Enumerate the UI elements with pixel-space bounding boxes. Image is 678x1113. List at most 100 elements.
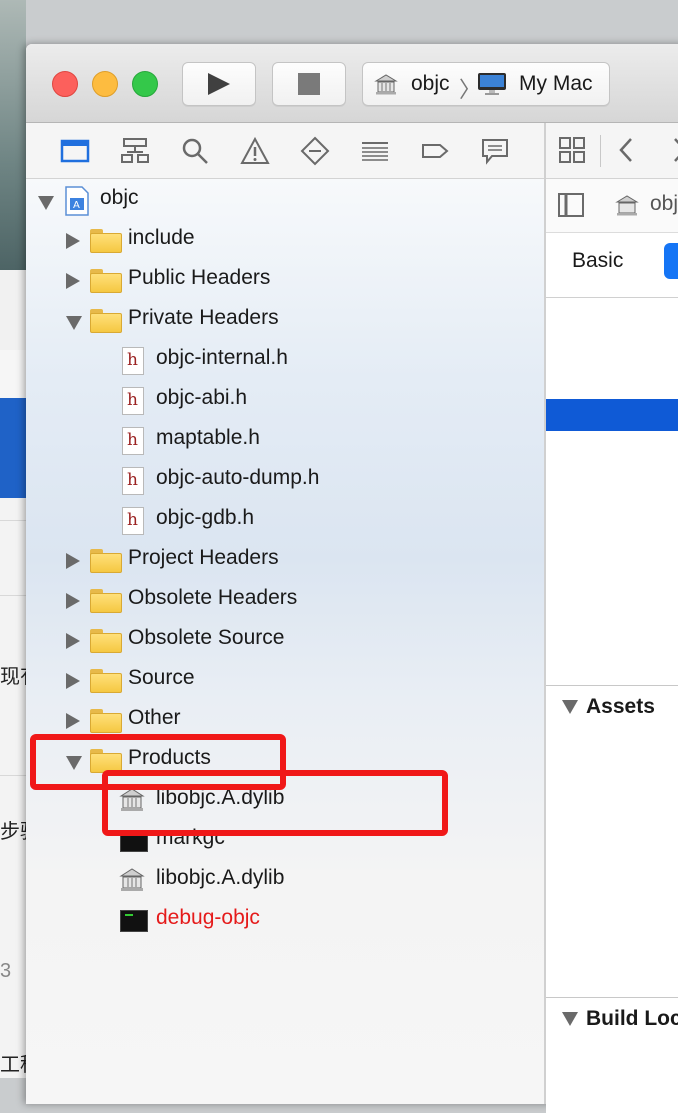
tree-item-label: maptable.h: [156, 426, 260, 449]
jump-bar: obj: [546, 179, 678, 233]
message-icon[interactable]: [480, 136, 510, 166]
tree-row-folder[interactable]: Project Headers: [26, 540, 544, 580]
disclosure-open-icon[interactable]: [66, 316, 82, 330]
folder-icon: [90, 309, 122, 333]
background-panel: [0, 498, 26, 1078]
tree-item-label: Private Headers: [128, 306, 279, 329]
background-selection: [0, 398, 26, 498]
background-text: 3: [0, 960, 12, 982]
hierarchy-icon[interactable]: [120, 136, 150, 166]
tree-item-label: Project Headers: [128, 546, 279, 569]
tree-row-folder[interactable]: Obsolete Source: [26, 620, 544, 660]
background-panel: [0, 270, 26, 351]
assets-section[interactable]: Assets: [546, 685, 678, 726]
tree-row-folder[interactable]: include: [26, 220, 544, 260]
tree-row-file[interactable]: h objc-auto-dump.h: [26, 460, 544, 500]
xcode-project-icon: A: [65, 186, 89, 216]
tree-row-folder[interactable]: Obsolete Headers: [26, 580, 544, 620]
disclosure-closed-icon[interactable]: [66, 553, 80, 569]
folder-icon: [90, 669, 122, 693]
background-text: 步骤: [0, 821, 26, 843]
section-title: Build Loc: [586, 1007, 678, 1030]
tree-row-file[interactable]: h objc-gdb.h: [26, 500, 544, 540]
build-locations-section[interactable]: Build Loc: [546, 997, 678, 1038]
grid-icon[interactable]: [558, 136, 586, 164]
terminal-icon: [120, 910, 148, 932]
disclosure-open-icon[interactable]: [562, 1012, 578, 1026]
disclosure-closed-icon[interactable]: [66, 633, 80, 649]
tree-item-label: Other: [128, 706, 181, 729]
breakpoint-icon[interactable]: [300, 136, 330, 166]
tree-row-folder[interactable]: Public Headers: [26, 260, 544, 300]
background-text: 现有: [0, 666, 26, 688]
highlight-box: [102, 770, 448, 836]
folder-icon: [90, 629, 122, 653]
selected-row[interactable]: [546, 399, 678, 431]
library-icon: [374, 74, 398, 95]
folder-icon: [90, 589, 122, 613]
back-arrow-icon[interactable]: [616, 136, 636, 164]
tree-item-label: objc: [100, 186, 139, 209]
folder-icon: [90, 709, 122, 733]
scheme-selector[interactable]: objc 〉 My Mac: [362, 62, 610, 106]
sidebar-toggle-icon[interactable]: [558, 193, 584, 217]
stop-button[interactable]: [272, 62, 346, 106]
tree-row-file[interactable]: h maptable.h: [26, 420, 544, 460]
background-divider: [0, 775, 26, 776]
disclosure-open-icon[interactable]: [562, 700, 578, 714]
search-icon[interactable]: [180, 136, 210, 166]
tab-selected[interactable]: [664, 243, 678, 279]
disclosure-open-icon[interactable]: [38, 196, 54, 210]
tree-item-label: include: [128, 226, 195, 249]
tree-row-folder[interactable]: Source: [26, 660, 544, 700]
tree-item-label: Obsolete Source: [128, 626, 285, 649]
tab-basic[interactable]: Basic: [572, 249, 623, 273]
folder-icon[interactable]: [60, 136, 90, 166]
tree-item-label: objc-internal.h: [156, 346, 288, 369]
disclosure-closed-icon[interactable]: [66, 713, 80, 729]
zoom-button[interactable]: [132, 71, 158, 97]
folder-icon: [90, 229, 122, 253]
close-button[interactable]: [52, 71, 78, 97]
disclosure-closed-icon[interactable]: [66, 593, 80, 609]
header-file-icon: h: [122, 467, 144, 495]
folder-icon: [90, 269, 122, 293]
tree-row-folder[interactable]: Private Headers: [26, 300, 544, 340]
tree-item-label: objc-gdb.h: [156, 506, 255, 529]
scheme-name: objc: [411, 72, 450, 95]
tag-icon[interactable]: [420, 136, 450, 166]
inspector-tab-bar: Basic: [546, 233, 678, 298]
breadcrumb[interactable]: obj: [650, 192, 678, 216]
background-divider: [0, 520, 26, 521]
run-button[interactable]: [182, 62, 256, 106]
editor-toolbar: [546, 123, 678, 179]
run-destination: My Mac: [519, 72, 593, 95]
minimize-button[interactable]: [92, 71, 118, 97]
forward-arrow-icon[interactable]: [670, 136, 678, 164]
tree-row-product[interactable]: libobjc.A.dylib: [26, 860, 544, 900]
tree-item-label: Source: [128, 666, 195, 689]
window-toolbar: objc 〉 My Mac: [26, 44, 678, 123]
header-file-icon: h: [122, 347, 144, 375]
section-title: Assets: [586, 695, 655, 718]
tree-row-file[interactable]: h objc-abi.h: [26, 380, 544, 420]
tree-item-label: Public Headers: [128, 266, 271, 289]
disclosure-closed-icon[interactable]: [66, 673, 80, 689]
tree-row-file[interactable]: h objc-internal.h: [26, 340, 544, 380]
inspector-pane: obj Basic Assets Build Loc: [546, 123, 678, 1113]
tree-item-label: objc-abi.h: [156, 386, 248, 409]
disclosure-closed-icon[interactable]: [66, 273, 80, 289]
navigator-toolbar: [26, 123, 544, 179]
background-panel: [0, 350, 26, 398]
background-divider: [0, 595, 26, 596]
library-icon: [119, 868, 145, 891]
list-icon[interactable]: [360, 136, 390, 166]
project-navigator: A objc include Public Headers Private He…: [26, 179, 544, 1104]
tree-row-product[interactable]: debug-objc: [26, 900, 544, 940]
stop-icon: [298, 73, 320, 95]
svg-text:A: A: [73, 200, 80, 211]
warning-icon[interactable]: [240, 136, 270, 166]
disclosure-closed-icon[interactable]: [66, 233, 80, 249]
tree-item-label: objc-auto-dump.h: [156, 466, 320, 489]
tree-row-project[interactable]: A objc: [26, 180, 544, 220]
